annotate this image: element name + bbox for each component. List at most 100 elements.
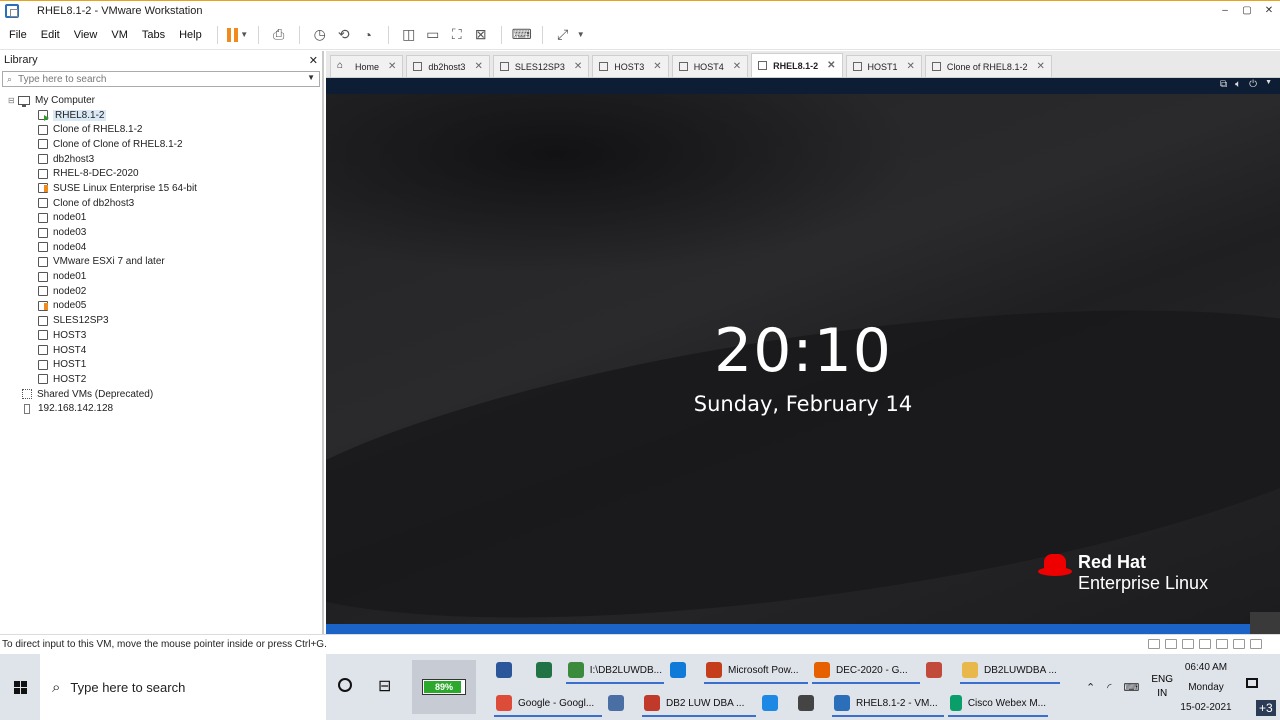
tree-item-vm[interactable]: db2host3 [0, 152, 322, 167]
vm-console[interactable]: ⧉ 🔈︎ ⏻ ▼ 20:10 Sunday, February 14 Red H… [326, 78, 1280, 634]
tab-host4[interactable]: HOST4 ✕ [671, 55, 749, 77]
battery-widget[interactable]: 89% [412, 660, 476, 714]
action-center-icon[interactable] [1246, 678, 1258, 688]
close-tab-icon[interactable]: ✕ [574, 61, 582, 72]
menu-file[interactable]: File [2, 29, 34, 41]
snapshot-icon[interactable]: ◷ [309, 24, 331, 46]
taskbar-app-paint[interactable] [922, 655, 958, 685]
pause-vm-button[interactable]: ▼ [227, 24, 249, 46]
taskbar-app-powerpoint[interactable]: Microsoft Pow... [702, 655, 810, 685]
show-library-icon[interactable]: ◫ [398, 24, 420, 46]
minimize-button[interactable]: – [1214, 1, 1236, 21]
tab-sles12sp3[interactable]: SLES12SP3 ✕ [492, 55, 590, 77]
close-tab-icon[interactable]: ✕ [907, 61, 915, 72]
cortana-icon[interactable] [338, 678, 352, 692]
maximize-button[interactable]: ▢ [1236, 1, 1258, 21]
revert-snapshot-icon[interactable]: ⟲ [333, 24, 355, 46]
chevron-down-icon[interactable]: ▼ [307, 73, 315, 82]
stretch-guest-icon[interactable]: ⤢ [552, 24, 574, 46]
tree-item-vm[interactable]: node02 [0, 284, 322, 299]
tree-item-my-computer[interactable]: ⊟ My Computer [0, 93, 322, 108]
tree-item-vm[interactable]: SLES12SP3 [0, 313, 322, 328]
wifi-icon[interactable]: ◜ [1107, 681, 1111, 694]
tab-clone-of-rhel8-1-2[interactable]: Clone of RHEL8.1-2 ✕ [924, 55, 1052, 77]
tree-item-vm[interactable]: node03 [0, 225, 322, 240]
taskbar-app-webex[interactable]: Cisco Webex M... [946, 688, 1050, 718]
printer-icon[interactable] [1216, 639, 1228, 649]
menu-vm[interactable]: VM [104, 29, 135, 41]
send-ctrl-alt-del-icon[interactable]: ⎙ [268, 24, 290, 46]
tree-item-vm[interactable]: Clone of RHEL8.1-2 [0, 122, 322, 137]
scrollbar[interactable] [1250, 612, 1280, 634]
hard-disk-icon[interactable] [1148, 639, 1160, 649]
tab-rhel8-1-2[interactable]: RHEL8.1-2 ✕ [751, 53, 843, 77]
tree-item-vm[interactable]: RHEL-8-DEC-2020 [0, 166, 322, 181]
taskbar-clock[interactable]: 06:40 AM Monday 15-02-2021 [1174, 658, 1238, 718]
close-tab-icon[interactable]: ✕ [474, 61, 482, 72]
usb-icon[interactable] [1199, 639, 1211, 649]
taskbar-app-chrome[interactable]: Google - Googl... [492, 688, 604, 718]
tree-item-vm[interactable]: SUSE Linux Enterprise 15 64-bit [0, 181, 322, 196]
tab-host3[interactable]: HOST3 ✕ [592, 55, 669, 77]
show-hidden-icons-chevron-icon[interactable]: ⌃ [1086, 681, 1095, 694]
menu-help[interactable]: Help [172, 29, 209, 41]
network-adapter-icon[interactable] [1182, 639, 1194, 649]
close-tab-icon[interactable]: ✕ [827, 60, 835, 71]
taskbar-app-network-app[interactable] [604, 688, 640, 718]
taskbar-app-word[interactable] [492, 655, 532, 685]
tree-item-vm[interactable]: VMware ESXi 7 and later [0, 255, 322, 270]
taskbar-app-outlook[interactable] [794, 688, 830, 718]
tree-item-shared-vms[interactable]: Shared VMs (Deprecated) [0, 387, 322, 402]
chevron-down-icon[interactable]: ▼ [577, 30, 585, 39]
snapshot-manager-icon[interactable]: ◔ [357, 24, 379, 46]
menu-tabs[interactable]: Tabs [135, 29, 172, 41]
sound-icon[interactable] [1233, 639, 1245, 649]
gnome-status-area[interactable]: ⧉ 🔈︎ ⏻ ▼ [1220, 79, 1272, 90]
taskbar-app-excel[interactable] [532, 655, 564, 685]
tree-item-vm[interactable]: HOST3 [0, 328, 322, 343]
taskbar-app-pdf[interactable]: DB2 LUW DBA ... [640, 688, 758, 718]
full-screen-icon[interactable]: ⛶ [446, 24, 468, 46]
tab-home[interactable]: ⌂ Home ✕ [330, 55, 404, 77]
close-button[interactable]: ✕ [1258, 1, 1280, 21]
taskbar-app-vmware[interactable]: RHEL8.1-2 - VM... [830, 688, 946, 718]
taskbar-search-box[interactable]: ⌕ Type here to search [40, 654, 326, 720]
console-view-icon[interactable]: ⌨ [511, 24, 533, 46]
tree-item-vm[interactable]: Clone of db2host3 [0, 196, 322, 211]
menu-edit[interactable]: Edit [34, 29, 67, 41]
tree-item-vm[interactable]: node04 [0, 240, 322, 255]
close-library-icon[interactable]: ✕ [309, 54, 318, 67]
input-language[interactable]: ENG IN [1151, 673, 1173, 701]
tab-host1[interactable]: HOST1 ✕ [845, 55, 922, 77]
thumbnail-bar-icon[interactable]: ▭ [422, 24, 444, 46]
keyboard-icon[interactable]: ⌨ [1123, 681, 1139, 694]
tree-item-vm[interactable]: Clone of Clone of RHEL8.1-2 [0, 137, 322, 152]
collapse-icon[interactable]: ⊟ [8, 96, 18, 105]
taskbar-app-file-explorer[interactable]: DB2LUWDBA ... [958, 655, 1062, 685]
tree-item-vm[interactable]: node01 [0, 211, 322, 226]
task-view-icon[interactable]: ⊟ [378, 676, 391, 696]
taskbar-app-folder-app[interactable]: I:\DB2LUWDB... [564, 655, 666, 685]
close-tab-icon[interactable]: ✕ [653, 61, 661, 72]
tree-item-vm[interactable]: HOST4 [0, 343, 322, 358]
tree-item-remote-server[interactable]: 192.168.142.128 [0, 401, 322, 416]
library-search-input[interactable]: ⌕ Type here to search ▼ [2, 71, 320, 87]
unity-icon[interactable]: ⊠ [470, 24, 492, 46]
taskbar-app-firefox[interactable]: DEC-2020 - G... [810, 655, 922, 685]
tree-item-vm[interactable]: node05 [0, 299, 322, 314]
taskbar-app-edge[interactable] [666, 655, 702, 685]
tree-item-vm[interactable]: HOST2 [0, 372, 322, 387]
tree-item-vm[interactable]: RHEL8.1-2 [0, 108, 322, 123]
chevron-down-icon[interactable]: ▼ [240, 30, 248, 39]
tab-db2host3[interactable]: db2host3 ✕ [406, 55, 490, 77]
taskbar-app-ie[interactable] [758, 688, 794, 718]
tree-item-vm[interactable]: HOST1 [0, 357, 322, 372]
menu-view[interactable]: View [67, 29, 105, 41]
tree-item-vm[interactable]: node01 [0, 269, 322, 284]
cd-drive-icon[interactable] [1165, 639, 1177, 649]
display-icon[interactable] [1250, 639, 1262, 649]
close-tab-icon[interactable]: ✕ [1036, 61, 1044, 72]
start-button[interactable] [0, 654, 40, 720]
close-tab-icon[interactable]: ✕ [733, 61, 741, 72]
close-tab-icon[interactable]: ✕ [388, 61, 396, 72]
